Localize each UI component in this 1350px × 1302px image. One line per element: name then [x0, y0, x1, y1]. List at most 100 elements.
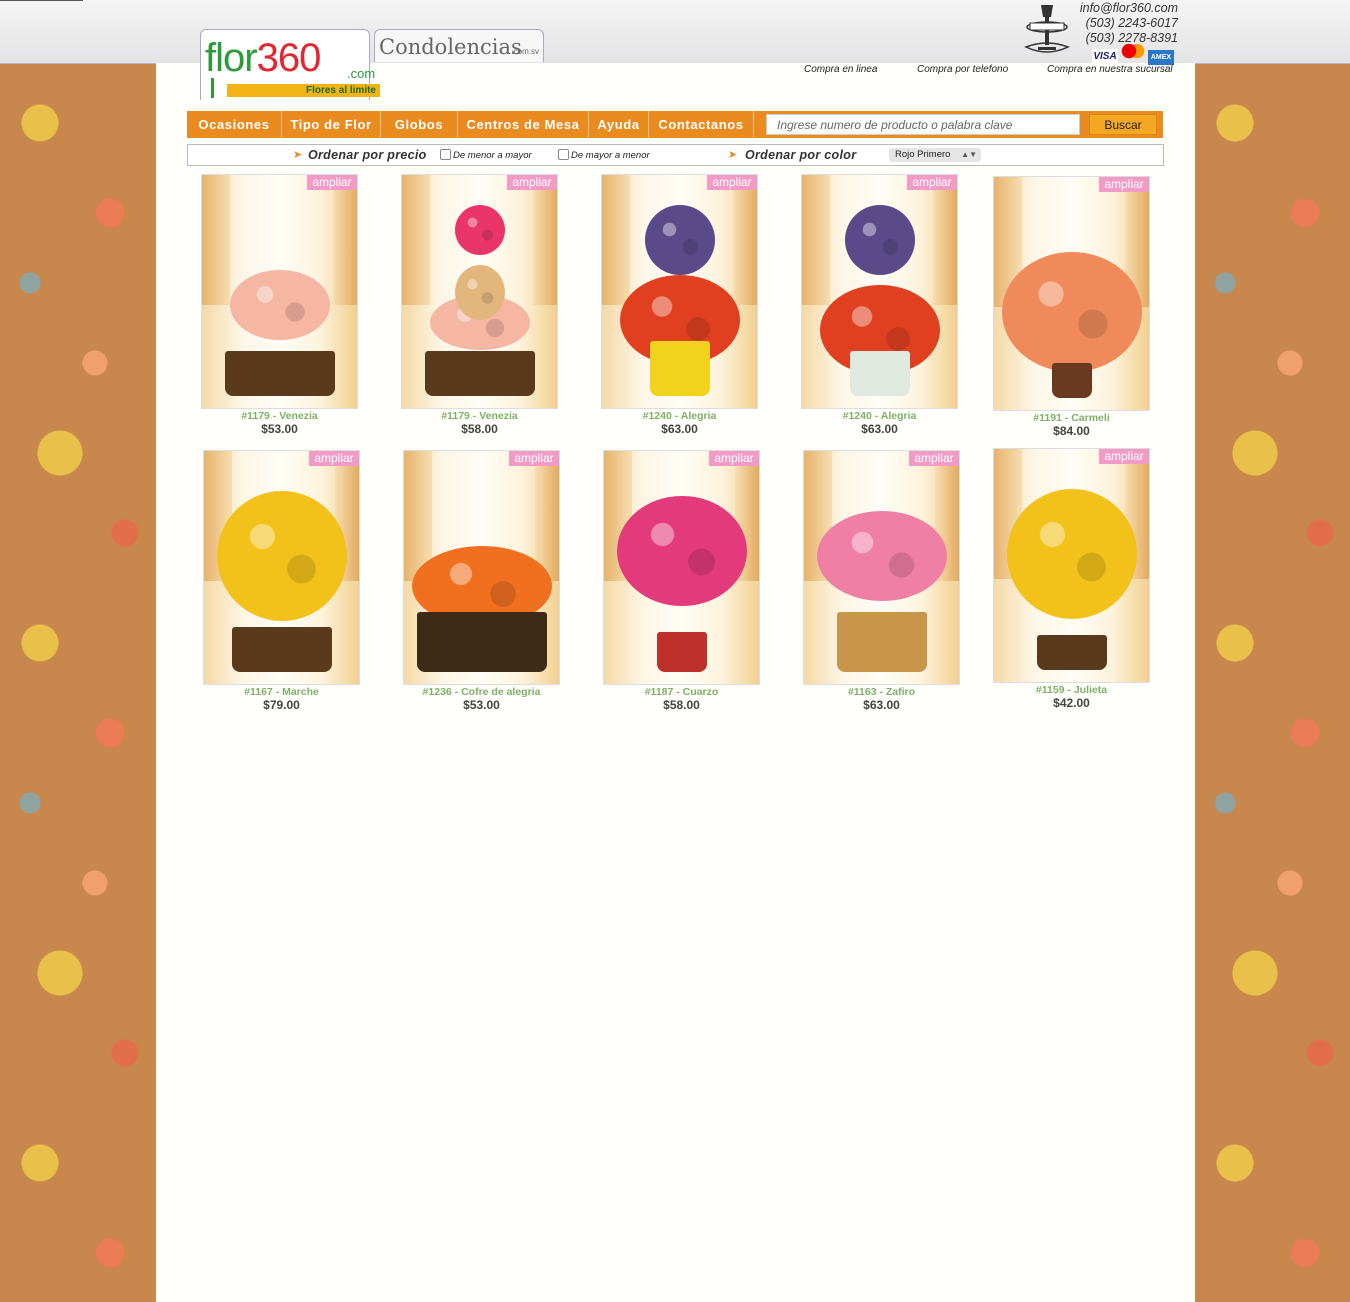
buy-online-link[interactable]: Compra en linea [804, 64, 877, 75]
option-low-high-label[interactable]: De menor a mayor [453, 150, 532, 161]
curtain-right [333, 175, 357, 305]
product-name[interactable]: #1187 - Cuarzo [603, 686, 760, 698]
visa-icon: VISA [1092, 49, 1118, 64]
flower-arrangement [817, 511, 947, 601]
product-image[interactable]: ampliar [993, 448, 1150, 683]
product-card[interactable]: ampliar #1240 - Alegria $63.00 [601, 174, 758, 436]
color-select[interactable]: Rojo Primero ▲▼ [889, 148, 981, 162]
product-name[interactable]: #1191 - Carmeli [993, 412, 1150, 424]
product-name[interactable]: #1179 - Venezia [401, 410, 558, 422]
curtain-right [933, 175, 957, 305]
product-card[interactable]: ampliar #1163 - Zafiro $63.00 [803, 450, 960, 712]
contact-email[interactable]: info@flor360.com [1074, 1, 1178, 16]
vase [231, 627, 332, 672]
product-price: $42.00 [1053, 696, 1090, 710]
buy-phone-link[interactable]: Compra por telefono [917, 64, 1008, 75]
nav-ayuda[interactable]: Ayuda [589, 111, 649, 138]
search-input[interactable] [766, 114, 1080, 135]
ampliar-button[interactable]: ampliar [909, 451, 959, 466]
product-card[interactable]: ampliar #1179 - Venezia $53.00 [201, 174, 358, 436]
sort-color-label: Ordenar por color [745, 148, 857, 162]
sort-price-label: Ordenar por precio [308, 148, 427, 162]
ampliar-button[interactable]: ampliar [1099, 177, 1149, 192]
ampliar-button[interactable]: ampliar [709, 451, 759, 466]
flower-arrangement [845, 205, 915, 275]
payment-cards: VISA AMEX [1090, 44, 1174, 65]
product-name[interactable]: #1240 - Alegria [601, 410, 758, 422]
search-button[interactable]: Buscar [1089, 114, 1157, 135]
curtain-right [733, 175, 757, 305]
flower-arrangement [645, 205, 715, 275]
product-name[interactable]: #1159 - Julieta [993, 684, 1150, 696]
product-card[interactable]: ampliar #1240 - Alegria $63.00 [801, 174, 958, 436]
ampliar-button[interactable]: ampliar [707, 175, 757, 190]
ampliar-button[interactable]: ampliar [309, 451, 359, 466]
product-price: $53.00 [463, 698, 500, 712]
arrow-right-icon: ➤ [728, 149, 738, 161]
flower-arrangement [217, 491, 347, 621]
flower-arrangement [617, 496, 747, 606]
vase [424, 351, 535, 396]
vase [1051, 363, 1092, 398]
vase [836, 612, 927, 672]
vase [849, 351, 910, 396]
ampliar-button[interactable]: ampliar [907, 175, 957, 190]
product-price: $58.00 [663, 698, 700, 712]
product-image[interactable]: ampliar [801, 174, 958, 409]
curtain-left [602, 175, 630, 305]
curtain-left [402, 175, 430, 305]
checkbox-high-low[interactable] [558, 149, 569, 160]
la-gran-via-lamp-icon [1024, 5, 1070, 53]
product-price: $63.00 [863, 698, 900, 712]
product-image[interactable]: ampliar [803, 450, 960, 685]
contact-info: info@flor360.com (503) 2243-6017 (503) 2… [1074, 1, 1178, 46]
flower-arrangement [1002, 252, 1142, 372]
ampliar-button[interactable]: ampliar [1099, 449, 1149, 464]
vase [224, 351, 335, 396]
flower-arrangement [1007, 489, 1137, 619]
product-name[interactable]: #1179 - Venezia [201, 410, 358, 422]
ampliar-button[interactable]: ampliar [307, 175, 357, 190]
contact-phone-1: (503) 2243-6017 [1085, 16, 1178, 30]
product-image[interactable]: ampliar [601, 174, 758, 409]
nav-tipo-de-flor[interactable]: Tipo de Flor [282, 111, 381, 138]
flor360-logo: flor360 [205, 36, 321, 80]
checkbox-low-high[interactable] [440, 149, 451, 160]
flor360-logo-tab[interactable]: flor360 .com Flores al limite [200, 29, 380, 100]
nav-ocasiones[interactable]: Ocasiones [187, 111, 282, 138]
nav-centros-de-mesa[interactable]: Centros de Mesa [458, 111, 589, 138]
color-select-value: Rojo Primero [895, 149, 951, 160]
ampliar-button[interactable]: ampliar [509, 451, 559, 466]
nav-contactanos[interactable]: Contactanos [649, 111, 754, 138]
ampliar-button[interactable]: ampliar [507, 175, 557, 190]
flower-arrangement [455, 265, 505, 320]
product-card[interactable]: ampliar #1167 - Marche $79.00 [203, 450, 360, 712]
product-price: $79.00 [263, 698, 300, 712]
option-high-low-label[interactable]: De mayor a menor [571, 150, 650, 161]
product-name[interactable]: #1240 - Alegria [801, 410, 958, 422]
product-name[interactable]: #1236 - Cofre de alegria [403, 686, 560, 698]
product-name[interactable]: #1163 - Zafiro [803, 686, 960, 698]
flower-arrangement [230, 270, 330, 340]
product-price: $84.00 [1053, 424, 1090, 438]
nav-globos[interactable]: Globos [381, 111, 458, 138]
product-image[interactable]: ampliar [203, 450, 360, 685]
product-price: $63.00 [661, 422, 698, 436]
product-image[interactable]: ampliar [403, 450, 560, 685]
product-card[interactable]: ampliar #1191 - Carmeli $84.00 [993, 176, 1150, 438]
buy-store-link[interactable]: Compra en nuestra sucursal [1047, 64, 1173, 75]
product-image[interactable]: ampliar [603, 450, 760, 685]
logo-stem [211, 78, 214, 98]
product-card[interactable]: ampliar #1179 - Venezia $58.00 [401, 174, 558, 436]
product-image[interactable]: ampliar [993, 176, 1150, 411]
product-image[interactable]: ampliar [401, 174, 558, 409]
product-card[interactable]: ampliar #1187 - Cuarzo $58.00 [603, 450, 760, 712]
condolencias-tab[interactable]: Condolencias .com.sv [374, 29, 544, 62]
vase [416, 612, 547, 672]
product-name[interactable]: #1167 - Marche [203, 686, 360, 698]
logo-domain: .com [347, 66, 376, 81]
top-rule [0, 0, 83, 1]
product-card[interactable]: ampliar #1236 - Cofre de alegria $53.00 [403, 450, 560, 712]
product-card[interactable]: ampliar #1159 - Julieta $42.00 [993, 448, 1150, 710]
product-image[interactable]: ampliar [201, 174, 358, 409]
